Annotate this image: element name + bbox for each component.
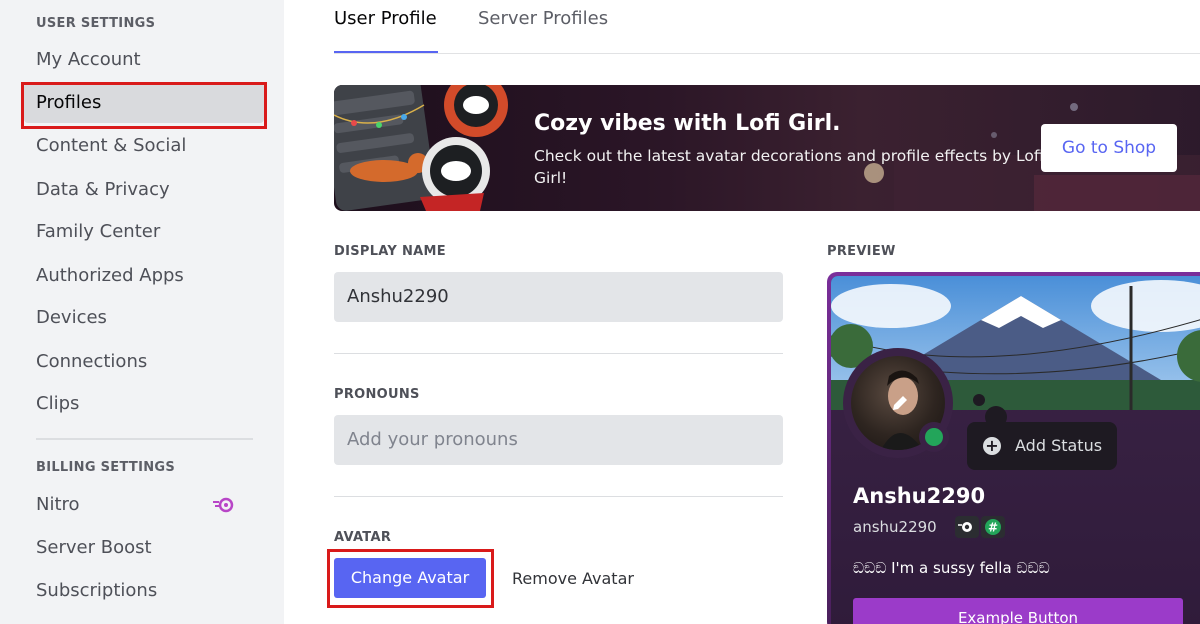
section-divider [334,496,783,497]
sidebar-item-clips[interactable]: Clips [24,384,264,424]
hashtag-badge-icon: # [981,516,1005,538]
sidebar-item-connections[interactable]: Connections [24,342,264,382]
shop-promo-banner: Cozy vibes with Lofi Girl. Check out the… [334,85,1200,211]
sidebar-item-data-privacy[interactable]: Data & Privacy [24,170,264,210]
billing-settings-header: BILLING SETTINGS [36,460,176,475]
online-status-icon [925,428,943,446]
preview-bio: ඞඞඞ I'm a sussy fella ඞඞඞ [853,559,1050,577]
settings-sidebar: USER SETTINGS My Account Profiles Conten… [0,0,284,624]
status-bubble-dot [973,394,985,406]
sidebar-item-devices[interactable]: Devices [24,298,264,338]
tab-bar-divider [334,53,1200,54]
add-status-button[interactable]: + Add Status [967,422,1117,470]
sidebar-item-family-center[interactable]: Family Center [24,212,264,252]
go-to-shop-button[interactable]: Go to Shop [1041,124,1177,172]
sidebar-item-profiles[interactable]: Profiles [24,83,264,123]
sidebar-item-content-social[interactable]: Content & Social [24,126,264,166]
sidebar-divider [36,438,253,440]
sidebar-item-my-account[interactable]: My Account [24,40,264,80]
preview-display-name: Anshu2290 [853,484,986,508]
pronouns-label: PRONOUNS [334,387,420,402]
edit-pencil-icon [893,396,907,410]
section-divider [334,353,783,354]
nitro-icon [213,497,234,513]
sidebar-item-nitro[interactable]: Nitro [24,485,264,525]
preview-username: anshu2290 [853,518,937,536]
tab-server-profiles[interactable]: Server Profiles [478,8,608,29]
change-avatar-button[interactable]: Change Avatar [334,558,486,598]
active-tab-indicator [334,51,438,53]
profile-preview-card: + Add Status Anshu2290 anshu2290 # ඞඞඞ I… [827,272,1200,624]
profile-preview-body: + Add Status Anshu2290 anshu2290 # ඞඞඞ I… [831,276,1200,624]
add-status-label: Add Status [1015,436,1103,455]
preview-label: PREVIEW [827,244,896,259]
user-settings-header: USER SETTINGS [36,16,156,31]
display-name-label: DISPLAY NAME [334,244,446,259]
banner-subtitle: Check out the latest avatar decorations … [534,147,1044,187]
banner-title: Cozy vibes with Lofi Girl. [534,111,841,136]
sidebar-item-authorized-apps[interactable]: Authorized Apps [24,256,264,296]
example-button[interactable]: Example Button [853,598,1183,624]
svg-text:#: # [988,521,998,535]
nitro-badge-icon [955,516,979,538]
sidebar-item-label: Nitro [36,494,80,515]
avatar-label: AVATAR [334,530,392,545]
pronouns-input[interactable]: Add your pronouns [334,415,783,465]
plus-circle-icon: + [983,437,1001,455]
sidebar-item-subscriptions[interactable]: Subscriptions [24,571,264,611]
tab-user-profile[interactable]: User Profile [334,8,437,29]
display-name-input[interactable]: Anshu2290 [334,272,783,322]
sidebar-item-server-boost[interactable]: Server Boost [24,528,264,568]
remove-avatar-button[interactable]: Remove Avatar [512,569,634,588]
